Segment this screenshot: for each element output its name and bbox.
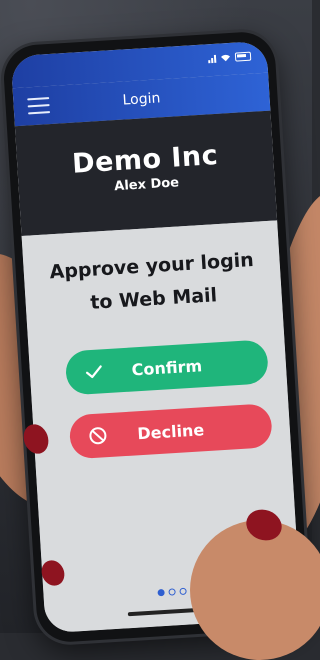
signal-icon <box>208 54 217 63</box>
confirm-button[interactable]: Confirm <box>64 339 270 396</box>
checkmark-icon <box>85 365 102 379</box>
hamburger-menu-icon[interactable] <box>27 97 51 115</box>
confirm-label: Confirm <box>131 355 203 380</box>
page-dot[interactable] <box>167 588 176 596</box>
decline-button[interactable]: Decline <box>68 403 273 460</box>
page-dot[interactable] <box>156 588 165 597</box>
app-title: Login <box>122 90 161 109</box>
wifi-icon <box>221 54 231 62</box>
page-dot[interactable] <box>178 587 187 596</box>
prohibited-icon <box>89 427 107 445</box>
account-header: Demo Inc Alex Doe <box>14 110 278 237</box>
approval-prompt: Approve your login to Web Mail <box>23 242 283 324</box>
thumb <box>190 520 320 660</box>
decline-label: Decline <box>136 419 205 443</box>
battery-icon <box>234 51 252 62</box>
